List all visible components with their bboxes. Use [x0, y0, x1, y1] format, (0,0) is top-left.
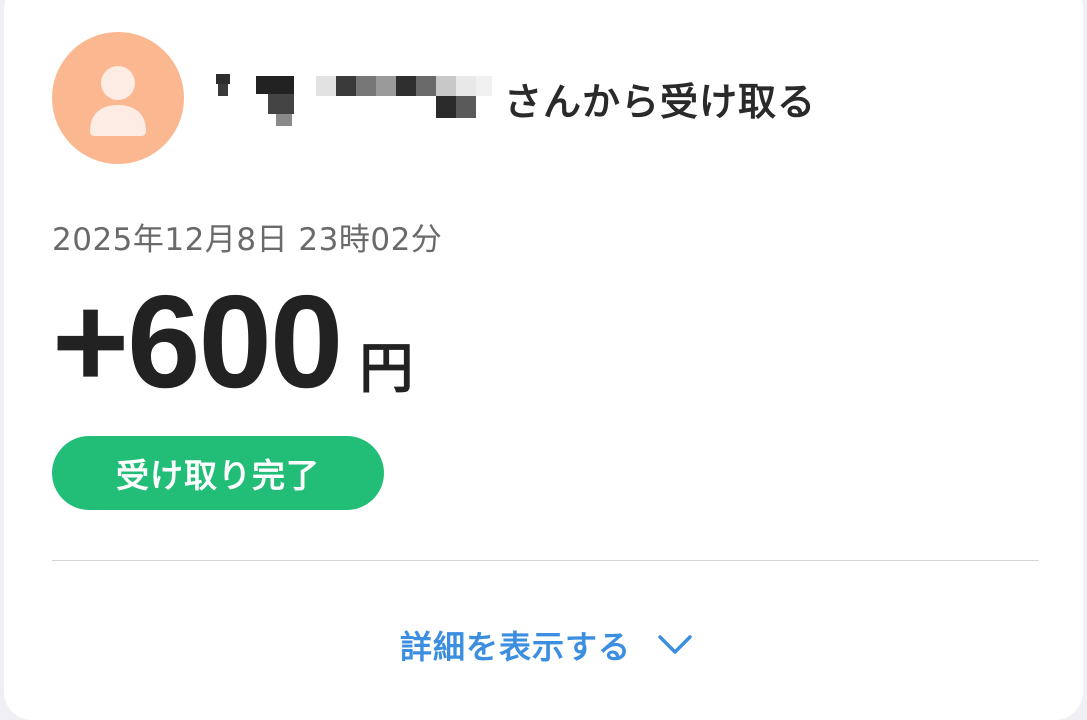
amount-row: +600 円	[52, 276, 413, 408]
transaction-timestamp: 2025年12月8日 23時02分	[52, 222, 443, 258]
show-details-label: 詳細を表示する	[400, 628, 632, 666]
transaction-card: さんから受け取る 2025年12月8日 23時02分 +600 円 受け取り完了…	[4, 0, 1083, 720]
sender-row: さんから受け取る	[208, 68, 816, 128]
amount-value: +600	[52, 268, 343, 415]
status-badge: 受け取り完了	[52, 436, 384, 510]
avatar	[52, 32, 184, 164]
divider	[52, 560, 1039, 561]
currency-unit: 円	[359, 337, 414, 400]
show-details-button[interactable]: 詳細を表示する	[400, 620, 693, 670]
sender-label: さんから受け取る	[504, 79, 817, 124]
chevron-down-icon	[657, 634, 693, 656]
sender-name-redacted	[208, 68, 494, 128]
person-icon	[90, 66, 146, 136]
